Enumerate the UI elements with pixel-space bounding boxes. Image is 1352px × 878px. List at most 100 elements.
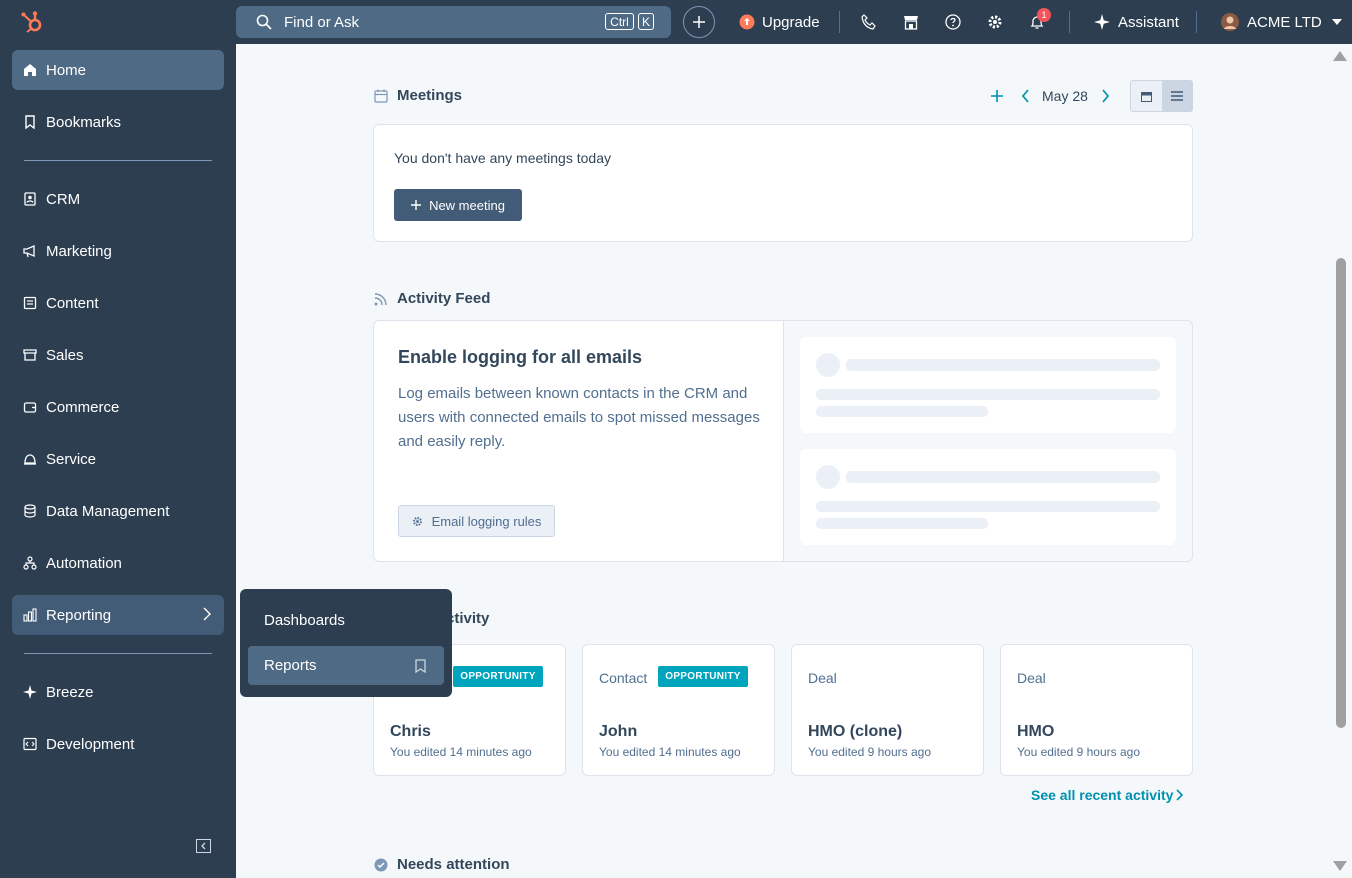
skeleton-line	[816, 518, 988, 529]
contacts-icon	[22, 191, 38, 207]
recent-activity-card[interactable]: Deal HMO (clone) You edited 9 hours ago	[791, 644, 984, 776]
sidebar-item-label: Content	[46, 294, 99, 312]
collapse-sidebar-icon[interactable]	[196, 839, 211, 853]
scroll-up-icon[interactable]	[1333, 51, 1347, 61]
skeleton-line	[816, 389, 1160, 400]
sidebar-item-label: Sales	[46, 346, 84, 364]
record-name: HMO (clone)	[808, 723, 903, 740]
plus-icon	[693, 16, 705, 28]
search-icon	[256, 14, 272, 30]
meetings-section-title: Meetings	[374, 87, 462, 104]
sidebar-divider	[24, 653, 212, 654]
calendar-view-toggle[interactable]	[1131, 81, 1162, 111]
sidebar-item-data-management[interactable]: Data Management	[12, 491, 224, 531]
sidebar-item-label: Home	[46, 61, 87, 79]
sidebar-item-crm[interactable]: CRM	[12, 179, 224, 219]
recent-activity-card[interactable]: Contact OPPORTUNITY John You edited 14 m…	[582, 644, 775, 776]
email-logging-heading: Enable logging for all emails	[398, 347, 643, 367]
hubspot-logo[interactable]	[20, 10, 46, 34]
scroll-down-icon[interactable]	[1333, 861, 1347, 871]
kbd-ctrl: Ctrl	[605, 13, 634, 30]
sidebar-item-reporting[interactable]: Reporting	[12, 595, 224, 635]
list-icon	[1170, 91, 1183, 101]
sidebar-item-marketing[interactable]: Marketing	[12, 231, 224, 271]
new-meeting-label: New meeting	[429, 197, 505, 213]
workflow-icon	[22, 555, 38, 571]
gear-icon	[988, 15, 1002, 29]
sidebar-item-label: Breeze	[46, 683, 94, 701]
sidebar-item-sales[interactable]: Sales	[12, 335, 224, 375]
lifecycle-tag: OPPORTUNITY	[658, 666, 748, 687]
bookmark-icon	[22, 114, 38, 130]
main-scrollbar[interactable]	[1328, 44, 1352, 878]
sidebar-item-commerce[interactable]: Commerce	[12, 387, 224, 427]
email-logging-description: Log emails between known contacts in the…	[398, 385, 760, 450]
activity-feed-title: Activity Feed	[397, 290, 491, 307]
sales-icon	[22, 347, 38, 363]
recent-activity-card[interactable]: Deal HMO You edited 9 hours ago	[1000, 644, 1193, 776]
calendar-icon	[1140, 91, 1152, 102]
scrollbar-thumb[interactable]	[1336, 258, 1346, 728]
flyout-item-reports[interactable]: Reports	[248, 646, 444, 685]
assistant-label: Assistant	[1118, 13, 1179, 31]
sparkle-icon	[1094, 14, 1110, 30]
code-icon	[22, 736, 38, 752]
settings-button[interactable]	[987, 0, 1003, 44]
record-name: HMO	[1017, 723, 1055, 740]
next-day-icon[interactable]	[1101, 89, 1110, 103]
calling-button[interactable]	[861, 0, 877, 44]
edited-time: You edited 14 minutes ago	[599, 745, 741, 759]
flyout-item-label: Reports	[264, 657, 317, 674]
database-icon	[22, 503, 38, 519]
new-meeting-button[interactable]: New meeting	[394, 189, 522, 221]
sidebar-divider	[24, 160, 212, 161]
sidebar-item-breeze[interactable]: Breeze	[12, 672, 224, 712]
wallet-icon	[22, 399, 38, 415]
sidebar-item-development[interactable]: Development	[12, 724, 224, 764]
lifecycle-tag: OPPORTUNITY	[453, 666, 543, 687]
recent-activity-section-title: ctivity	[446, 610, 489, 627]
account-menu[interactable]: ACME LTD	[1221, 0, 1342, 44]
sidebar-item-bookmarks[interactable]: Bookmarks	[12, 102, 224, 142]
notifications-button[interactable]	[1029, 0, 1045, 44]
sidebar-item-automation[interactable]: Automation	[12, 543, 224, 583]
upgrade-icon	[739, 14, 755, 30]
marketplace-button[interactable]	[903, 0, 919, 44]
topbar-divider	[839, 11, 840, 33]
help-icon	[945, 14, 961, 30]
bookmark-icon[interactable]	[415, 659, 426, 673]
sidebar-item-label: Automation	[46, 554, 122, 572]
loading-skeleton-card	[800, 449, 1176, 545]
home-icon	[22, 62, 38, 78]
search-input[interactable]: Find or Ask Ctrl K	[236, 6, 671, 38]
email-logging-rules-button[interactable]: Email logging rules	[398, 505, 555, 537]
sidebar-item-label: Reporting	[46, 606, 112, 624]
add-meeting-icon[interactable]	[991, 90, 1003, 102]
upgrade-button[interactable]: Upgrade	[739, 0, 820, 44]
needs-attention-title: Needs attention	[397, 856, 510, 873]
assistant-button[interactable]: Assistant	[1094, 0, 1179, 44]
gear-icon	[412, 516, 422, 526]
previous-day-icon[interactable]	[1021, 89, 1030, 103]
help-button[interactable]	[945, 0, 961, 44]
create-button[interactable]	[683, 6, 715, 38]
record-type: Deal	[808, 670, 837, 686]
skeleton-line	[816, 501, 1160, 512]
sparkle-icon	[22, 684, 38, 700]
loading-skeleton-card	[800, 337, 1176, 433]
search-placeholder: Find or Ask	[284, 13, 360, 31]
see-all-label: See all recent activity	[1031, 787, 1174, 803]
see-all-recent-activity-link[interactable]: See all recent activity	[1031, 787, 1184, 803]
top-bar: Find or Ask Ctrl K Upgrade Assistant ACM…	[236, 0, 1352, 44]
list-view-toggle[interactable]	[1161, 81, 1192, 111]
megaphone-icon	[22, 243, 38, 259]
email-logging-panel: Enable logging for all emails Log emails…	[374, 321, 784, 561]
meetings-title: Meetings	[397, 87, 463, 104]
email-logging-rules-label: Email logging rules	[431, 513, 542, 529]
sidebar-item-content[interactable]: Content	[12, 283, 224, 323]
flyout-item-dashboards[interactable]: Dashboards	[248, 601, 444, 640]
sidebar-item-service[interactable]: Service	[12, 439, 224, 479]
topbar-divider	[1196, 11, 1197, 33]
skeleton-line	[816, 406, 988, 417]
sidebar-item-home[interactable]: Home	[12, 50, 224, 90]
